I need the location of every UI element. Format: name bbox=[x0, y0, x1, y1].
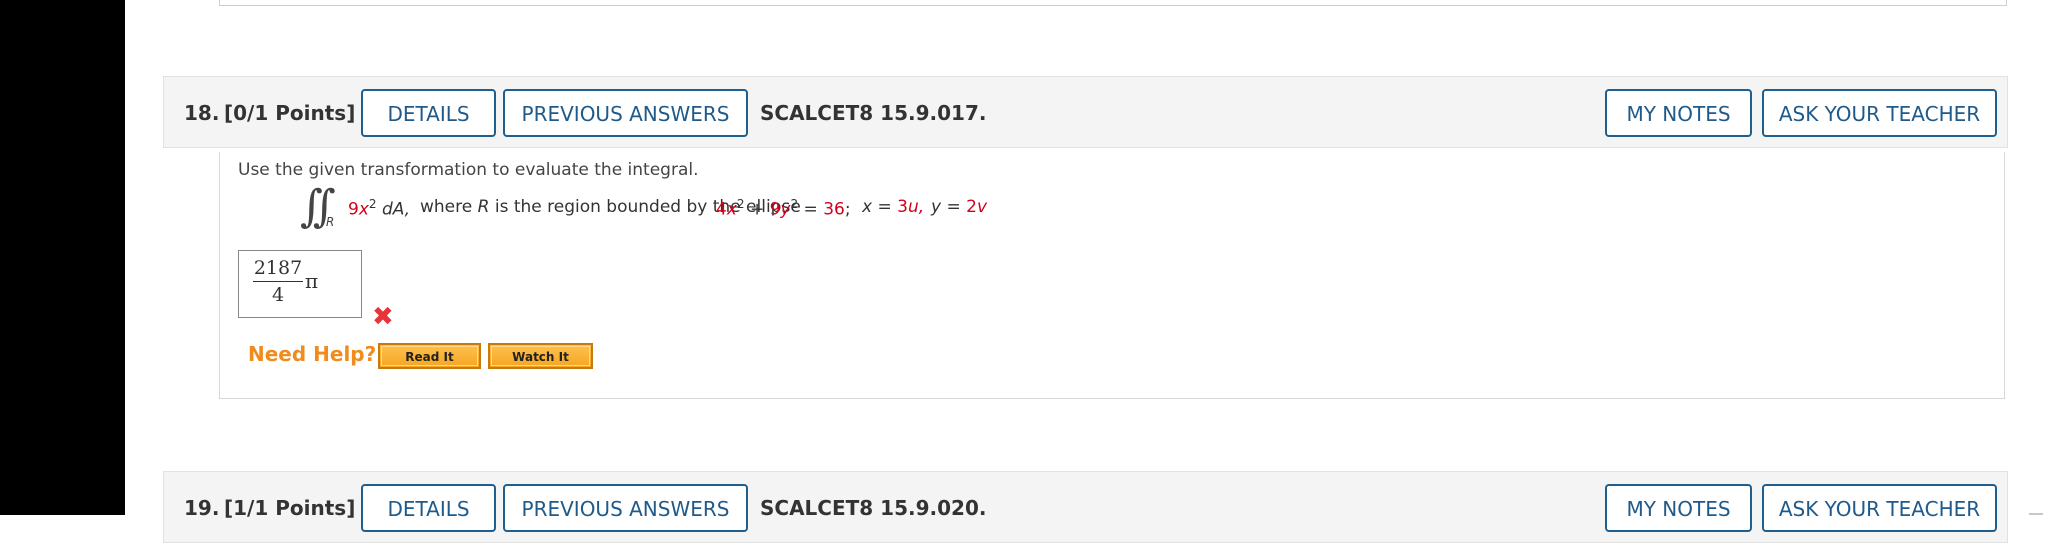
details-button[interactable]: DETAILS bbox=[361, 484, 496, 532]
my-notes-button[interactable]: MY NOTES bbox=[1605, 89, 1752, 137]
answer-numerator: 2187 bbox=[253, 257, 303, 282]
question-points: [1/1 Points] bbox=[224, 496, 356, 520]
watch-it-button[interactable]: Watch It bbox=[488, 343, 593, 369]
question-reference: SCALCET8 15.9.017. bbox=[760, 101, 987, 125]
need-help-label: Need Help? bbox=[248, 342, 377, 366]
details-button[interactable]: DETAILS bbox=[361, 89, 496, 137]
previous-answers-button[interactable]: PREVIOUS ANSWERS bbox=[503, 484, 748, 532]
ask-your-teacher-button[interactable]: ASK YOUR TEACHER bbox=[1762, 89, 1997, 137]
answer-field[interactable]: 2187 4 π bbox=[238, 250, 362, 318]
ask-your-teacher-button[interactable]: ASK YOUR TEACHER bbox=[1762, 484, 1997, 532]
question-points: [0/1 Points] bbox=[224, 101, 356, 125]
ellipse-equation: 4x2 + 9y2 = 36; bbox=[716, 197, 851, 220]
question-reference: SCALCET8 15.9.020. bbox=[760, 496, 987, 520]
integral-region-subscript: R bbox=[326, 215, 335, 229]
question-18-header: 18. [0/1 Points] DETAILS PREVIOUS ANSWER… bbox=[163, 76, 2008, 148]
assignment-page: 18. [0/1 Points] DETAILS PREVIOUS ANSWER… bbox=[125, 0, 2045, 543]
question-19-header: 19. [1/1 Points] DETAILS PREVIOUS ANSWER… bbox=[163, 471, 2008, 543]
question-18-body: Use the given transformation to evaluate… bbox=[219, 152, 2005, 399]
answer-pi-symbol: π bbox=[305, 269, 319, 293]
answer-denominator: 4 bbox=[271, 284, 285, 306]
left-dark-margin bbox=[0, 0, 125, 515]
read-it-button[interactable]: Read It bbox=[378, 343, 481, 369]
my-notes-button[interactable]: MY NOTES bbox=[1605, 484, 1752, 532]
question-number: 18. bbox=[184, 101, 220, 125]
answer-fraction: 2187 4 bbox=[253, 257, 303, 306]
double-integral-symbol: ∫∫ bbox=[300, 181, 336, 232]
previous-question-body bbox=[219, 0, 2007, 6]
previous-answers-button[interactable]: PREVIOUS ANSWERS bbox=[503, 89, 748, 137]
question-number: 19. bbox=[184, 496, 220, 520]
y-transformation: y = 2v bbox=[931, 197, 988, 217]
integrand: 9x2 dA, bbox=[348, 197, 411, 220]
incorrect-x-icon: ✖ bbox=[372, 302, 394, 332]
x-transformation: x = 3u, bbox=[862, 197, 925, 217]
question-instruction: Use the given transformation to evaluate… bbox=[238, 160, 699, 180]
